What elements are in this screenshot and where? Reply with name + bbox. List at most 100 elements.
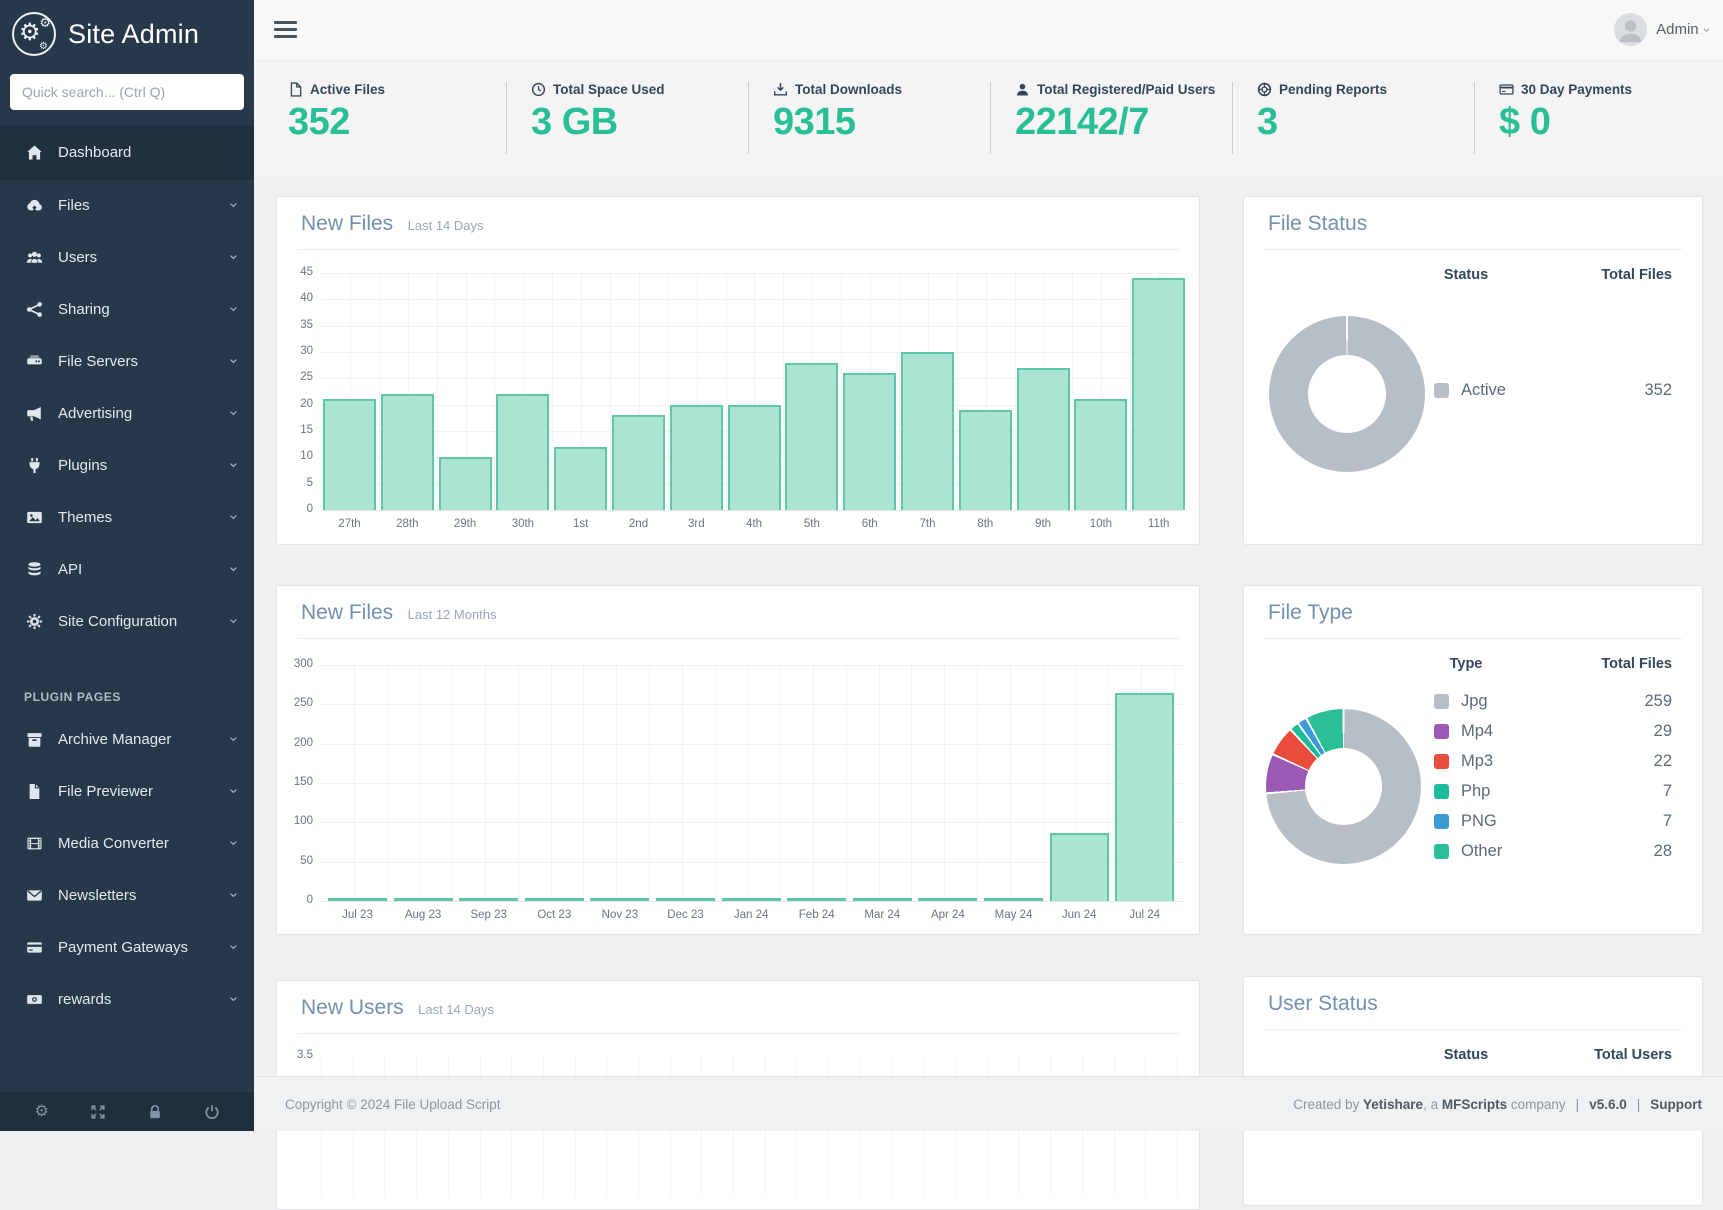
bar-Oct 23 <box>525 898 584 901</box>
column-header-status: Status <box>1434 267 1498 283</box>
bar-8th <box>959 410 1012 510</box>
legend-row-mp3: Mp3 22 <box>1434 752 1672 771</box>
legend-swatch <box>1434 694 1449 709</box>
user-icon <box>1015 82 1030 97</box>
x-axis-tick: 1st <box>554 518 607 530</box>
stat-value: 3 <box>1257 101 1474 144</box>
stat-value: $ 0 <box>1499 101 1716 144</box>
bar-29th <box>439 457 492 510</box>
x-axis-tick: 6th <box>843 518 896 530</box>
search-input[interactable] <box>10 74 244 110</box>
admin-label: Admin <box>1656 21 1699 38</box>
x-axis-tick: Aug 23 <box>394 909 453 921</box>
credit-card-icon <box>1499 82 1514 97</box>
sidebar-item-newsletters[interactable]: Newsletters <box>0 870 254 922</box>
sidebar-item-advertising[interactable]: Advertising <box>0 388 254 440</box>
chevron-down-icon <box>228 789 240 794</box>
file-status-panel: File Status Status Total Files Active 35… <box>1243 196 1703 545</box>
version-label: v5.6.0 <box>1589 1097 1627 1112</box>
menu-toggle-button[interactable] <box>274 21 297 42</box>
column-header-total-files: Total Files <box>1601 656 1672 672</box>
chevron-down-icon <box>228 841 240 846</box>
x-axis-tick: 11th <box>1132 518 1185 530</box>
legend-swatch <box>1434 724 1449 739</box>
x-axis-tick: 29th <box>439 518 492 530</box>
credit-card-icon <box>22 939 46 956</box>
legend-row-active: Active 352 <box>1434 381 1672 400</box>
bar-1st <box>554 447 607 510</box>
bar-7th <box>901 352 954 510</box>
app-logo[interactable]: ⚙⚙⚙ Site Admin <box>0 0 254 66</box>
legend-row-jpg: Jpg 259 <box>1434 692 1672 711</box>
sidebar-item-archive-manager[interactable]: Archive Manager <box>0 714 254 766</box>
sidebar-item-plugins[interactable]: Plugins <box>0 440 254 492</box>
sidebar-item-files[interactable]: Files <box>0 180 254 232</box>
legend-swatch <box>1434 844 1449 859</box>
support-link[interactable]: Support <box>1650 1097 1702 1112</box>
bar-2nd <box>612 415 665 510</box>
bar-30th <box>496 394 549 510</box>
bar-6th <box>843 373 896 510</box>
panel-title: New Users <box>301 996 404 1019</box>
sidebar-item-sharing[interactable]: Sharing <box>0 284 254 336</box>
x-axis-tick: Jun 24 <box>1050 909 1109 921</box>
file-type-panel: File Type Type Total Files Jpg 259 Mp4 2… <box>1243 585 1703 935</box>
x-axis-tick: Jan 24 <box>722 909 781 921</box>
bar-3rd <box>670 405 723 510</box>
sidebar-item-site-configuration[interactable]: Site Configuration <box>0 596 254 648</box>
legend-row-php: Php 7 <box>1434 782 1672 801</box>
share-icon <box>22 301 46 318</box>
sidebar-item-payment-gateways[interactable]: Payment Gateways <box>0 922 254 974</box>
x-axis-tick: 5th <box>785 518 838 530</box>
power-icon[interactable] <box>204 1104 220 1120</box>
database-icon <box>22 561 46 578</box>
column-header-total-files: Total Files <box>1601 267 1672 283</box>
sidebar-item-file-previewer[interactable]: File Previewer <box>0 766 254 818</box>
admin-dropdown[interactable]: Admin <box>1614 13 1709 46</box>
sidebar-item-media-converter[interactable]: Media Converter <box>0 818 254 870</box>
x-axis-tick: Feb 24 <box>787 909 846 921</box>
x-axis-tick: Jul 24 <box>1115 909 1174 921</box>
panel-subtitle: Last 12 Months <box>408 607 497 622</box>
legend-row-png: PNG 7 <box>1434 812 1672 831</box>
x-axis-tick: 9th <box>1017 518 1070 530</box>
chevron-down-icon <box>228 567 240 572</box>
sidebar-nav: Dashboard Files Users Sharing File Serve… <box>0 126 254 1026</box>
bar-May 24 <box>984 898 1043 901</box>
stat-30-day-payments: 30 Day Payments $ 0 <box>1474 82 1716 154</box>
x-axis-tick: Sep 23 <box>459 909 518 921</box>
bar-9th <box>1017 368 1070 510</box>
sidebar-item-rewards[interactable]: rewards <box>0 974 254 1026</box>
expand-icon[interactable] <box>90 1104 106 1120</box>
megaphone-icon <box>22 405 46 422</box>
new-files-12-months-chart: 050100150200250300Jul 23Aug 23Sep 23Oct … <box>321 665 1183 901</box>
sidebar-item-dashboard[interactable]: Dashboard <box>0 126 254 180</box>
plugin-pages-section-label: PLUGIN PAGES <box>0 648 254 714</box>
lock-icon[interactable] <box>147 1104 163 1120</box>
yetishare-link[interactable]: Yetishare <box>1363 1097 1423 1112</box>
sidebar-item-users[interactable]: Users <box>0 232 254 284</box>
cloud-upload-icon <box>22 197 46 214</box>
main-area: Admin Active Files 352 Total Space Used … <box>254 0 1723 1131</box>
chevron-down-icon <box>228 203 240 208</box>
footer-credits: Created by Yetishare, a MFScripts compan… <box>1293 1097 1702 1112</box>
sidebar-item-api[interactable]: API <box>0 544 254 596</box>
chevron-down-icon <box>228 463 240 468</box>
chevron-down-icon <box>228 945 240 950</box>
bar-Dec 23 <box>656 898 715 901</box>
file-type-legend: Type Total Files Jpg 259 Mp4 29 Mp3 22 <box>1434 656 1672 872</box>
x-axis-tick: Jul 23 <box>328 909 387 921</box>
bar-Jul 23 <box>328 898 387 901</box>
chevron-down-icon <box>228 359 240 364</box>
gear-icon[interactable]: ⚙ <box>34 1104 48 1120</box>
panel-title: User Status <box>1268 992 1378 1015</box>
chevron-down-icon <box>228 255 240 260</box>
x-axis-tick: 3rd <box>670 518 723 530</box>
bar-10th <box>1074 399 1127 510</box>
legend-row-mp4: Mp4 29 <box>1434 722 1672 741</box>
image-icon <box>22 509 46 526</box>
sidebar-item-themes[interactable]: Themes <box>0 492 254 544</box>
x-axis-tick: Oct 23 <box>525 909 584 921</box>
mfscripts-link[interactable]: MFScripts <box>1442 1097 1507 1112</box>
sidebar-item-file-servers[interactable]: File Servers <box>0 336 254 388</box>
